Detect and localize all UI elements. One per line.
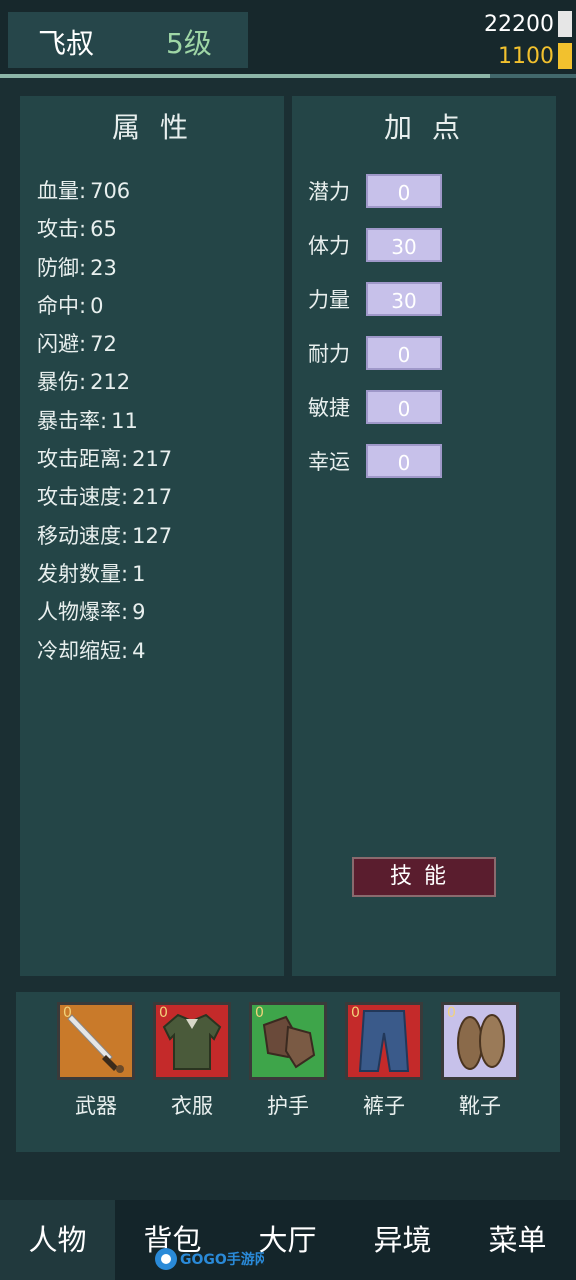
point-value-box[interactable]: 0 [366, 336, 442, 370]
attribute-row: 发射数量: 1 [37, 555, 172, 593]
point-value-box[interactable]: 30 [366, 228, 442, 262]
attribute-row: 血量: 706 [37, 172, 172, 210]
player-name: 飞叔 [38, 27, 95, 60]
attribute-row: 攻击: 65 [37, 210, 172, 248]
add-points-title: 加点 [383, 111, 480, 144]
slot-count: 0 [351, 1005, 360, 1021]
attribute-label: 攻击: [37, 217, 87, 242]
experience-bar [0, 74, 576, 78]
attribute-value: 212 [90, 370, 131, 395]
attribute-label: 冷却缩短: [37, 638, 129, 663]
equip-label: 衣服 [171, 1094, 213, 1118]
experience-bar-fill [0, 74, 490, 78]
slot-count: 0 [447, 1005, 456, 1021]
attribute-row: 人物爆率: 9 [37, 593, 172, 631]
attribute-value: 9 [132, 600, 146, 625]
point-value-box[interactable]: 30 [366, 282, 442, 316]
currency-gold: 1100 [498, 42, 572, 70]
attribute-row: 暴击率: 11 [37, 402, 172, 440]
point-label: 耐力 [308, 342, 350, 366]
point-row-strength: 力量 30 [308, 280, 442, 318]
attribute-label: 暴伤: [37, 370, 87, 395]
slot-count: 0 [159, 1005, 168, 1021]
svg-text:GOGO手游网: GOGO手游网 [180, 1251, 264, 1268]
tab-otherworld[interactable]: 异境 [345, 1200, 460, 1280]
skills-button[interactable]: 技能 [352, 857, 496, 897]
equip-label: 护手 [267, 1094, 309, 1118]
equip-slot-clothes[interactable]: 0 [153, 1002, 231, 1080]
point-label: 体力 [308, 234, 350, 258]
point-row-endurance: 耐力 0 [308, 334, 442, 372]
attribute-value: 1 [132, 561, 146, 586]
attribute-value: 65 [90, 217, 117, 242]
attribute-value: 0 [90, 293, 104, 318]
attribute-value: 4 [132, 638, 146, 663]
attribute-label: 命中: [37, 293, 87, 318]
point-value-box[interactable]: 0 [366, 390, 442, 424]
point-label: 幸运 [308, 450, 350, 474]
attribute-value: 72 [90, 332, 117, 357]
attribute-label: 闪避: [37, 332, 87, 357]
attribute-value: 217 [132, 485, 173, 510]
slot-count: 0 [255, 1005, 264, 1021]
equip-slot-gloves[interactable]: 0 [249, 1002, 327, 1080]
equip-slot-boots[interactable]: 0 [441, 1002, 519, 1080]
attribute-row: 闪避: 72 [37, 325, 172, 363]
point-value-box[interactable]: 0 [366, 444, 442, 478]
attribute-row: 攻击速度: 217 [37, 478, 172, 516]
tab-menu[interactable]: 菜单 [460, 1200, 575, 1280]
point-label: 敏捷 [308, 396, 350, 420]
attribute-row: 命中: 0 [37, 287, 172, 325]
point-label: 潜力 [308, 180, 350, 204]
equip-label: 武器 [75, 1094, 117, 1118]
attribute-value: 706 [90, 179, 131, 203]
attributes-title: 属性 [111, 111, 208, 144]
point-value-box[interactable]: 0 [366, 174, 442, 208]
attribute-row: 冷却缩短: 4 [37, 632, 172, 670]
silver-icon [558, 11, 572, 37]
point-row-agility: 敏捷 0 [308, 388, 442, 426]
point-row-potential: 潜力 0 [308, 172, 442, 210]
attribute-row: 攻击距离: 217 [37, 440, 172, 478]
attribute-value: 11 [111, 408, 138, 433]
point-row-luck: 幸运 0 [308, 442, 442, 480]
point-label: 力量 [308, 288, 350, 312]
attribute-row: 暴伤: 212 [37, 363, 172, 401]
attribute-value: 217 [132, 447, 173, 472]
attribute-label: 血量: [37, 179, 87, 203]
attribute-label: 移动速度: [37, 523, 129, 548]
equip-label: 裤子 [363, 1094, 405, 1118]
attribute-label: 攻击速度: [37, 485, 129, 510]
attribute-label: 暴击率: [37, 408, 108, 433]
point-row-stamina: 体力 30 [308, 226, 442, 264]
attribute-value: 23 [90, 255, 117, 280]
gold-icon [558, 43, 572, 69]
attribute-label: 发射数量: [37, 561, 129, 586]
silver-amount: 22200 [484, 11, 554, 37]
gold-amount: 1100 [498, 43, 554, 69]
attribute-label: 人物爆率: [37, 600, 129, 625]
attribute-value: 127 [132, 523, 173, 548]
equip-label: 靴子 [459, 1094, 501, 1118]
attributes-list: 血量: 706 攻击: 65 防御: 23 命中: 0 闪避: 72 暴伤: 212 暴击率… [37, 172, 172, 670]
watermark-logo: GOGO手游网 [155, 1248, 264, 1270]
equip-slot-pants[interactable]: 0 [345, 1002, 423, 1080]
attribute-label: 攻击距离: [37, 447, 129, 472]
attribute-row: 防御: 23 [37, 249, 172, 287]
equip-slot-weapon[interactable]: 0 [57, 1002, 135, 1080]
currency-silver: 22200 [484, 10, 572, 38]
attribute-label: 防御: [37, 255, 87, 280]
slot-count: 0 [63, 1005, 72, 1021]
attribute-row: 移动速度: 127 [37, 517, 172, 555]
player-level: 5级 [166, 27, 212, 60]
tab-character[interactable]: 人物 [0, 1200, 115, 1280]
